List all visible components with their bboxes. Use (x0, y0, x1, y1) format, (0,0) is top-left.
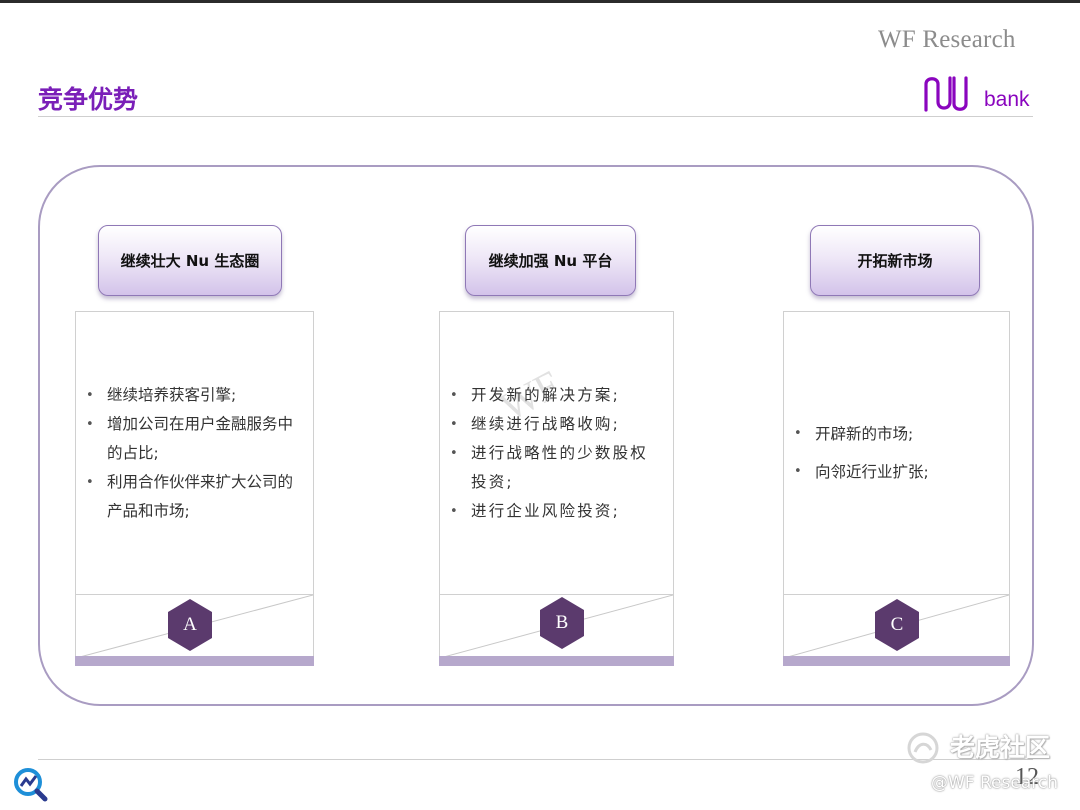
bullet-item: 向邻近行业扩张; (794, 453, 1001, 491)
card-bottom-bar (783, 656, 1010, 666)
overlay-credit: @WF Research (931, 773, 1058, 793)
bullet-item: 利用合作伙伴来扩大公司的产品和市场; (86, 468, 305, 526)
tiger-community-icon (905, 730, 941, 766)
card-bottom-bar (75, 656, 314, 666)
nubank-logo: bank (922, 74, 1032, 120)
heading-ecosystem: 继续壮大 Nu 生态圈 (98, 225, 282, 296)
brand-name: WF Research (878, 26, 1016, 53)
bullet-item: 继续培养获客引擎; (86, 381, 305, 410)
heading-new-markets: 开拓新市场 (810, 225, 980, 296)
card-body: 开发新的解决方案; 继续进行战略收购; 进行战略性的少数股权投资; 进行企业风险… (440, 312, 673, 594)
card-bottom-bar (439, 656, 674, 666)
hexagon-badge-b: B (539, 596, 585, 650)
top-border (0, 0, 1080, 3)
nubank-logo-text: bank (984, 88, 1030, 111)
bullet-item: 开辟新的市场; (794, 415, 1001, 453)
page-title: 竞争优势 (38, 85, 139, 114)
bullet-item: 进行企业风险投资; (450, 497, 665, 526)
bullet-list: 开辟新的市场; 向邻近行业扩张; (784, 415, 1009, 491)
research-logo (12, 766, 48, 802)
hexagon-letter: A (183, 614, 197, 635)
hexagon-letter: C (890, 614, 904, 635)
tiger-logo-icon (907, 732, 939, 764)
hexagon-badge-c: C (874, 598, 920, 652)
bullet-item: 进行战略性的少数股权投资; (450, 439, 665, 497)
card-body: 继续培养获客引擎; 增加公司在用户金融服务中的占比; 利用合作伙伴来扩大公司的产… (76, 312, 313, 594)
hexagon-letter: B (555, 612, 569, 633)
title-divider (38, 116, 1033, 117)
heading-platform: 继续加强 Nu 平台 (465, 225, 636, 296)
card-body: 开辟新的市场; 向邻近行业扩张; (784, 312, 1009, 594)
bullet-list: 继续培养获客引擎; 增加公司在用户金融服务中的占比; 利用合作伙伴来扩大公司的产… (76, 381, 313, 526)
footer-divider (38, 759, 1033, 760)
overlay-brand: 老虎社区 (950, 733, 1051, 762)
bullet-item: 增加公司在用户金融服务中的占比; (86, 410, 305, 468)
magnifier-chart-icon (14, 768, 48, 802)
hexagon-badge-a: A (167, 598, 213, 652)
bullet-item: 继续进行战略收购; (450, 410, 665, 439)
